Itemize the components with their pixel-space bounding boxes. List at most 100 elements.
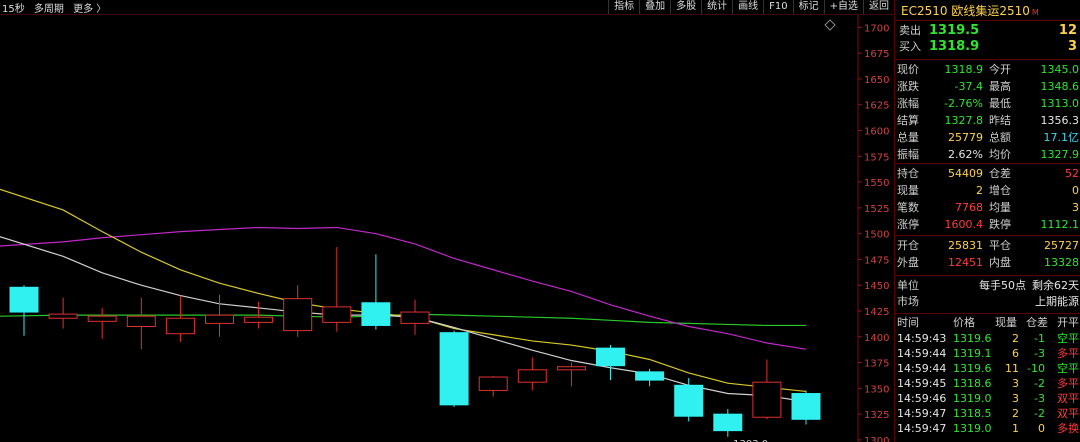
tick-open-close: 双平 (1057, 407, 1079, 420)
stat-label: 内盘 (989, 256, 1011, 269)
stat-row: 外盘 12451 内盘 13328 (895, 255, 1080, 271)
stat-label: 跌停 (989, 218, 1011, 231)
more-button[interactable]: 更多 〉 (73, 4, 106, 15)
stat-value: -2.76% (944, 97, 983, 110)
stat-row: 开仓 25831 平仓 25727 (895, 238, 1080, 254)
tick-time: 14:59:46 (897, 392, 947, 405)
candle-up[interactable] (283, 298, 313, 332)
multi-period-button[interactable]: 多周期 (34, 4, 64, 15)
stat-label: 现量 (897, 184, 919, 197)
stat-value: -37.4 (954, 80, 983, 93)
stat-value: 1348.6 (1040, 80, 1080, 93)
ma-magenta-line (0, 226, 807, 350)
candle-down[interactable] (9, 286, 39, 313)
y-tick-label: 1325 (864, 410, 889, 421)
stat-label: 仓差 (989, 167, 1011, 180)
candle-down[interactable] (713, 413, 743, 432)
stat-label: 平仓 (989, 239, 1011, 252)
f10-button[interactable]: F10 (763, 0, 792, 14)
stat-value: 52 (1065, 167, 1079, 180)
tick-open-close: 双平 (1057, 392, 1079, 405)
market-value: 上期能源 (1035, 295, 1079, 308)
statistics-button[interactable]: 统计 (701, 0, 732, 14)
y-tick-label: 1500 (864, 230, 889, 241)
indicator-button[interactable]: 指标 (608, 0, 639, 14)
stat-label: 持仓 (897, 167, 919, 180)
tick-volume: 3 (1012, 392, 1019, 405)
tick-time: 14:59:44 (897, 362, 947, 375)
candle-up[interactable] (48, 313, 78, 319)
add-watchlist-button[interactable]: +自选 (823, 0, 863, 14)
bid-volume: 3 (1067, 39, 1077, 54)
stat-value: 25831 (948, 239, 983, 252)
multi-stock-button[interactable]: 多股 (670, 0, 701, 14)
tick-row[interactable]: 14:59:47 1318.5 2 -2 双平 (895, 406, 1080, 421)
candle-up[interactable] (205, 314, 234, 324)
ticks-col-oi-change: 仓差 (1026, 316, 1048, 329)
candle-down[interactable] (596, 347, 625, 367)
diamond-icon[interactable] (824, 19, 836, 31)
candle-up[interactable] (322, 306, 352, 323)
tick-price: 1318.6 (953, 377, 992, 390)
candle-down[interactable] (791, 393, 821, 420)
market-row: 市场 上期能源 (895, 294, 1080, 310)
stat-label: 振幅 (897, 148, 919, 161)
stat-label: 现价 (897, 63, 919, 76)
stat-value: 1356.3 (1040, 114, 1080, 127)
days-left: 剩余62天 (1032, 279, 1079, 292)
stat-value: 54409 (948, 167, 983, 180)
tick-row[interactable]: 14:59:46 1319.0 3 -3 双平 (895, 391, 1080, 406)
unit-label: 单位 (897, 279, 919, 292)
period-15s-button[interactable]: 15秒 (2, 4, 25, 15)
candle-up[interactable] (126, 315, 156, 327)
y-tick-label: 1550 (864, 178, 889, 189)
ask-price: 1319.5 (929, 23, 980, 38)
candle-down[interactable] (361, 302, 391, 326)
stat-row: 涨跌 -37.4 最高 1348.6 (895, 79, 1080, 95)
candle-down[interactable] (674, 384, 704, 417)
candle-up[interactable] (478, 376, 508, 391)
quote-panel: EC2510 欧线集运2510 M 卖出 1319.5 12 买入 1318.9 … (894, 0, 1080, 442)
tick-row[interactable]: 14:59:43 1319.6 2 -1 空平 (895, 331, 1080, 346)
chart-toolbar: 15秒 多周期 更多 〉 指标 叠加 多股 统计 画线 F10 标记 +自选 返… (0, 0, 894, 15)
candle-up[interactable] (752, 381, 782, 418)
candle-down[interactable] (635, 371, 665, 381)
back-button[interactable]: 返回 (863, 0, 894, 14)
candle-up[interactable] (165, 317, 195, 335)
stat-value: 12451 (948, 256, 983, 269)
candlestick-chart[interactable]: 1300 1325 1350 1375 1400 1425 1450 1475 1500 1525… (0, 15, 894, 442)
candle-up[interactable] (400, 311, 430, 324)
y-tick-label: 1475 (864, 255, 889, 266)
stat-value: 1345.0 (1040, 63, 1080, 76)
tick-volume: 6 (1012, 347, 1019, 360)
market-badge: M (1031, 8, 1039, 17)
stat-value: 7768 (955, 201, 983, 214)
draw-line-button[interactable]: 画线 (732, 0, 763, 14)
tick-row[interactable]: 14:59:47 1319.0 1 0 多换 (895, 421, 1080, 436)
tick-open-close: 多平 (1057, 347, 1079, 360)
candle-down[interactable] (439, 332, 469, 406)
candle-up[interactable] (556, 366, 586, 371)
tick-row[interactable]: 14:59:45 1318.6 3 -2 多平 (895, 376, 1080, 391)
y-tick-label: 1650 (864, 75, 889, 86)
ask-row[interactable]: 卖出 1319.5 12 (895, 23, 1080, 39)
stat-row: 总量 25779 总额 17.1亿 (895, 130, 1080, 146)
candle-up[interactable] (87, 315, 117, 322)
mark-button[interactable]: 标记 (792, 0, 824, 14)
candle-up[interactable] (244, 316, 274, 323)
bid-row[interactable]: 买入 1318.9 3 (895, 39, 1080, 55)
tick-row[interactable]: 14:59:44 1319.1 6 -3 多平 (895, 346, 1080, 361)
stat-value: 3 (1072, 201, 1079, 214)
tick-volume: 2 (1012, 332, 1019, 345)
tick-oi-change: -2 (1034, 377, 1045, 390)
stat-label: 增仓 (989, 184, 1011, 197)
stat-label: 涨停 (897, 218, 919, 231)
overlay-button[interactable]: 叠加 (639, 0, 670, 14)
ticks-col-price: 价格 (953, 316, 975, 329)
ticks-col-open-close: 开平 (1057, 316, 1079, 329)
candle-up[interactable] (517, 369, 547, 383)
ticks-col-time: 时间 (897, 316, 919, 329)
y-tick-label: 1300 (864, 436, 889, 442)
instrument-header: EC2510 欧线集运2510 M (895, 0, 1080, 21)
tick-row[interactable]: 14:59:44 1319.6 11 -10 空平 (895, 361, 1080, 376)
